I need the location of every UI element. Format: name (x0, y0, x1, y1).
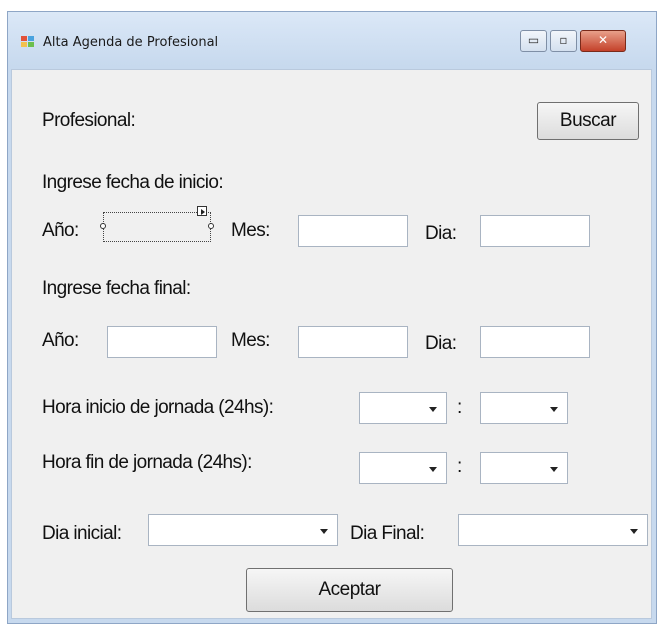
anio-inicio-label: Año: (42, 220, 79, 241)
dropdown-arrow-icon (550, 407, 558, 412)
dia-final-label: Dia: (425, 333, 457, 354)
hora-fin-horas-select[interactable] (359, 452, 447, 484)
hora-fin-colon: : (457, 456, 462, 477)
anio-final-field[interactable] (107, 326, 217, 358)
mes-final-field[interactable] (298, 326, 408, 358)
dia-inicio-label: Dia: (425, 223, 457, 244)
fecha-final-heading: Ingrese fecha final: (42, 278, 191, 299)
mes-inicio-field[interactable] (298, 215, 408, 247)
dropdown-arrow-icon (630, 529, 638, 534)
profesional-label: Profesional: (42, 110, 136, 131)
mes-inicio-label: Mes: (231, 220, 270, 241)
dia-inicio-field[interactable] (480, 215, 590, 247)
buscar-button[interactable]: Buscar (537, 102, 639, 140)
hora-inicio-label: Hora inicio de jornada (24hs): (42, 397, 274, 418)
window-title: Alta Agenda de Profesional (43, 35, 219, 50)
minimize-button[interactable]: ▭ (520, 30, 547, 52)
smart-tag-icon[interactable] (197, 206, 207, 216)
resize-handle-left[interactable] (100, 223, 106, 229)
minimize-icon: ▭ (527, 33, 540, 47)
dia-final-select[interactable] (458, 514, 648, 546)
close-icon: ✕ (597, 33, 609, 47)
form-client-area: Profesional: Buscar Ingrese fecha de ini… (11, 69, 652, 619)
aceptar-button[interactable]: Aceptar (246, 568, 453, 612)
dropdown-arrow-icon (429, 407, 437, 412)
anio-inicio-field-selected[interactable] (103, 212, 211, 242)
hora-inicio-minutos-select[interactable] (480, 392, 568, 424)
maximize-button[interactable]: ▫ (550, 30, 577, 52)
dropdown-arrow-icon (550, 467, 558, 472)
hora-fin-minutos-select[interactable] (480, 452, 568, 484)
dropdown-arrow-icon (429, 467, 437, 472)
anio-final-label: Año: (42, 330, 79, 351)
fecha-inicio-heading: Ingrese fecha de inicio: (42, 172, 224, 193)
mes-final-label: Mes: (231, 330, 270, 351)
dia-final-select-label: Dia Final: (350, 523, 425, 544)
close-button[interactable]: ✕ (580, 30, 626, 52)
hora-fin-label: Hora fin de jornada (24hs): (42, 452, 252, 473)
maximize-icon: ▫ (559, 33, 568, 47)
dia-final-field[interactable] (480, 326, 590, 358)
dia-inicial-select[interactable] (148, 514, 338, 546)
hora-inicio-colon: : (457, 397, 462, 418)
resize-handle-right[interactable] (208, 223, 214, 229)
form-window: Alta Agenda de Profesional ▭ ▫ ✕ Profesi… (7, 11, 657, 624)
hora-inicio-horas-select[interactable] (359, 392, 447, 424)
dia-inicial-label: Dia inicial: (42, 523, 122, 544)
title-bar[interactable]: Alta Agenda de Profesional ▭ ▫ ✕ (8, 12, 656, 66)
window-icon (21, 36, 35, 48)
dropdown-arrow-icon (320, 529, 328, 534)
